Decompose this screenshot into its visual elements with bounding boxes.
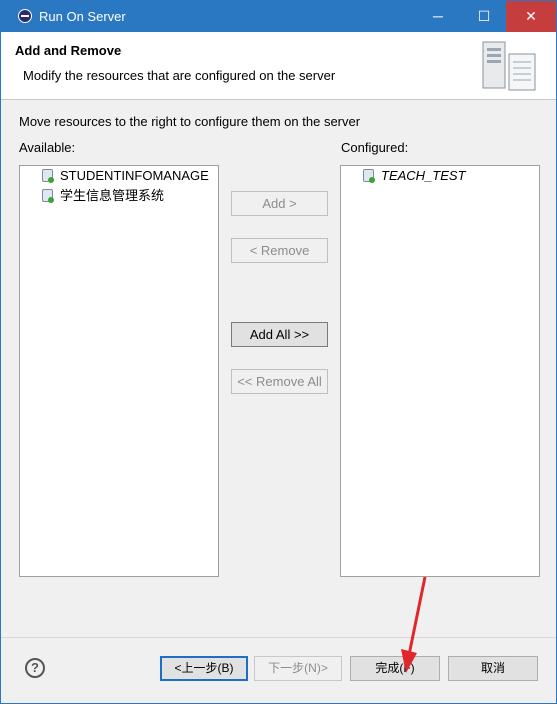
server-illustration-icon: [482, 41, 536, 91]
footer-divider: [1, 637, 556, 638]
available-list[interactable]: STUDENTINFOMANAGE 学生信息管理系统: [19, 165, 219, 577]
wizard-header: Add and Remove Modify the resources that…: [1, 32, 556, 100]
instructions-text: Move resources to the right to configure…: [19, 114, 361, 129]
web-project-icon: [363, 169, 375, 183]
title-bar[interactable]: Run On Server ─ ☐ ✕: [1, 1, 556, 32]
add-button[interactable]: Add >: [231, 191, 328, 216]
add-all-button[interactable]: Add All >>: [231, 322, 328, 347]
close-button[interactable]: ✕: [506, 1, 556, 32]
web-project-icon: [42, 169, 54, 183]
remove-button[interactable]: < Remove: [231, 238, 328, 263]
run-on-server-dialog: Run On Server ─ ☐ ✕ Add and Remove Modif…: [0, 0, 557, 704]
page-description: Modify the resources that are configured…: [23, 68, 336, 83]
page-title: Add and Remove: [15, 43, 122, 58]
configured-list[interactable]: TEACH_TEST: [340, 165, 540, 577]
eclipse-server-icon: [18, 9, 32, 23]
next-button[interactable]: 下一步(N)>: [254, 656, 342, 681]
cancel-button[interactable]: 取消: [448, 656, 538, 681]
configured-label: Configured:: [341, 140, 409, 155]
available-label: Available:: [19, 140, 76, 155]
minimize-button[interactable]: ─: [415, 1, 461, 32]
annotation-arrow: [401, 576, 427, 673]
maximize-button[interactable]: ☐: [461, 1, 507, 32]
back-button[interactable]: <上一步(B): [160, 656, 248, 681]
remove-all-button[interactable]: << Remove All: [231, 369, 328, 394]
web-project-icon: [42, 189, 54, 203]
help-icon[interactable]: ?: [25, 658, 45, 678]
window-title: Run On Server: [39, 9, 126, 24]
